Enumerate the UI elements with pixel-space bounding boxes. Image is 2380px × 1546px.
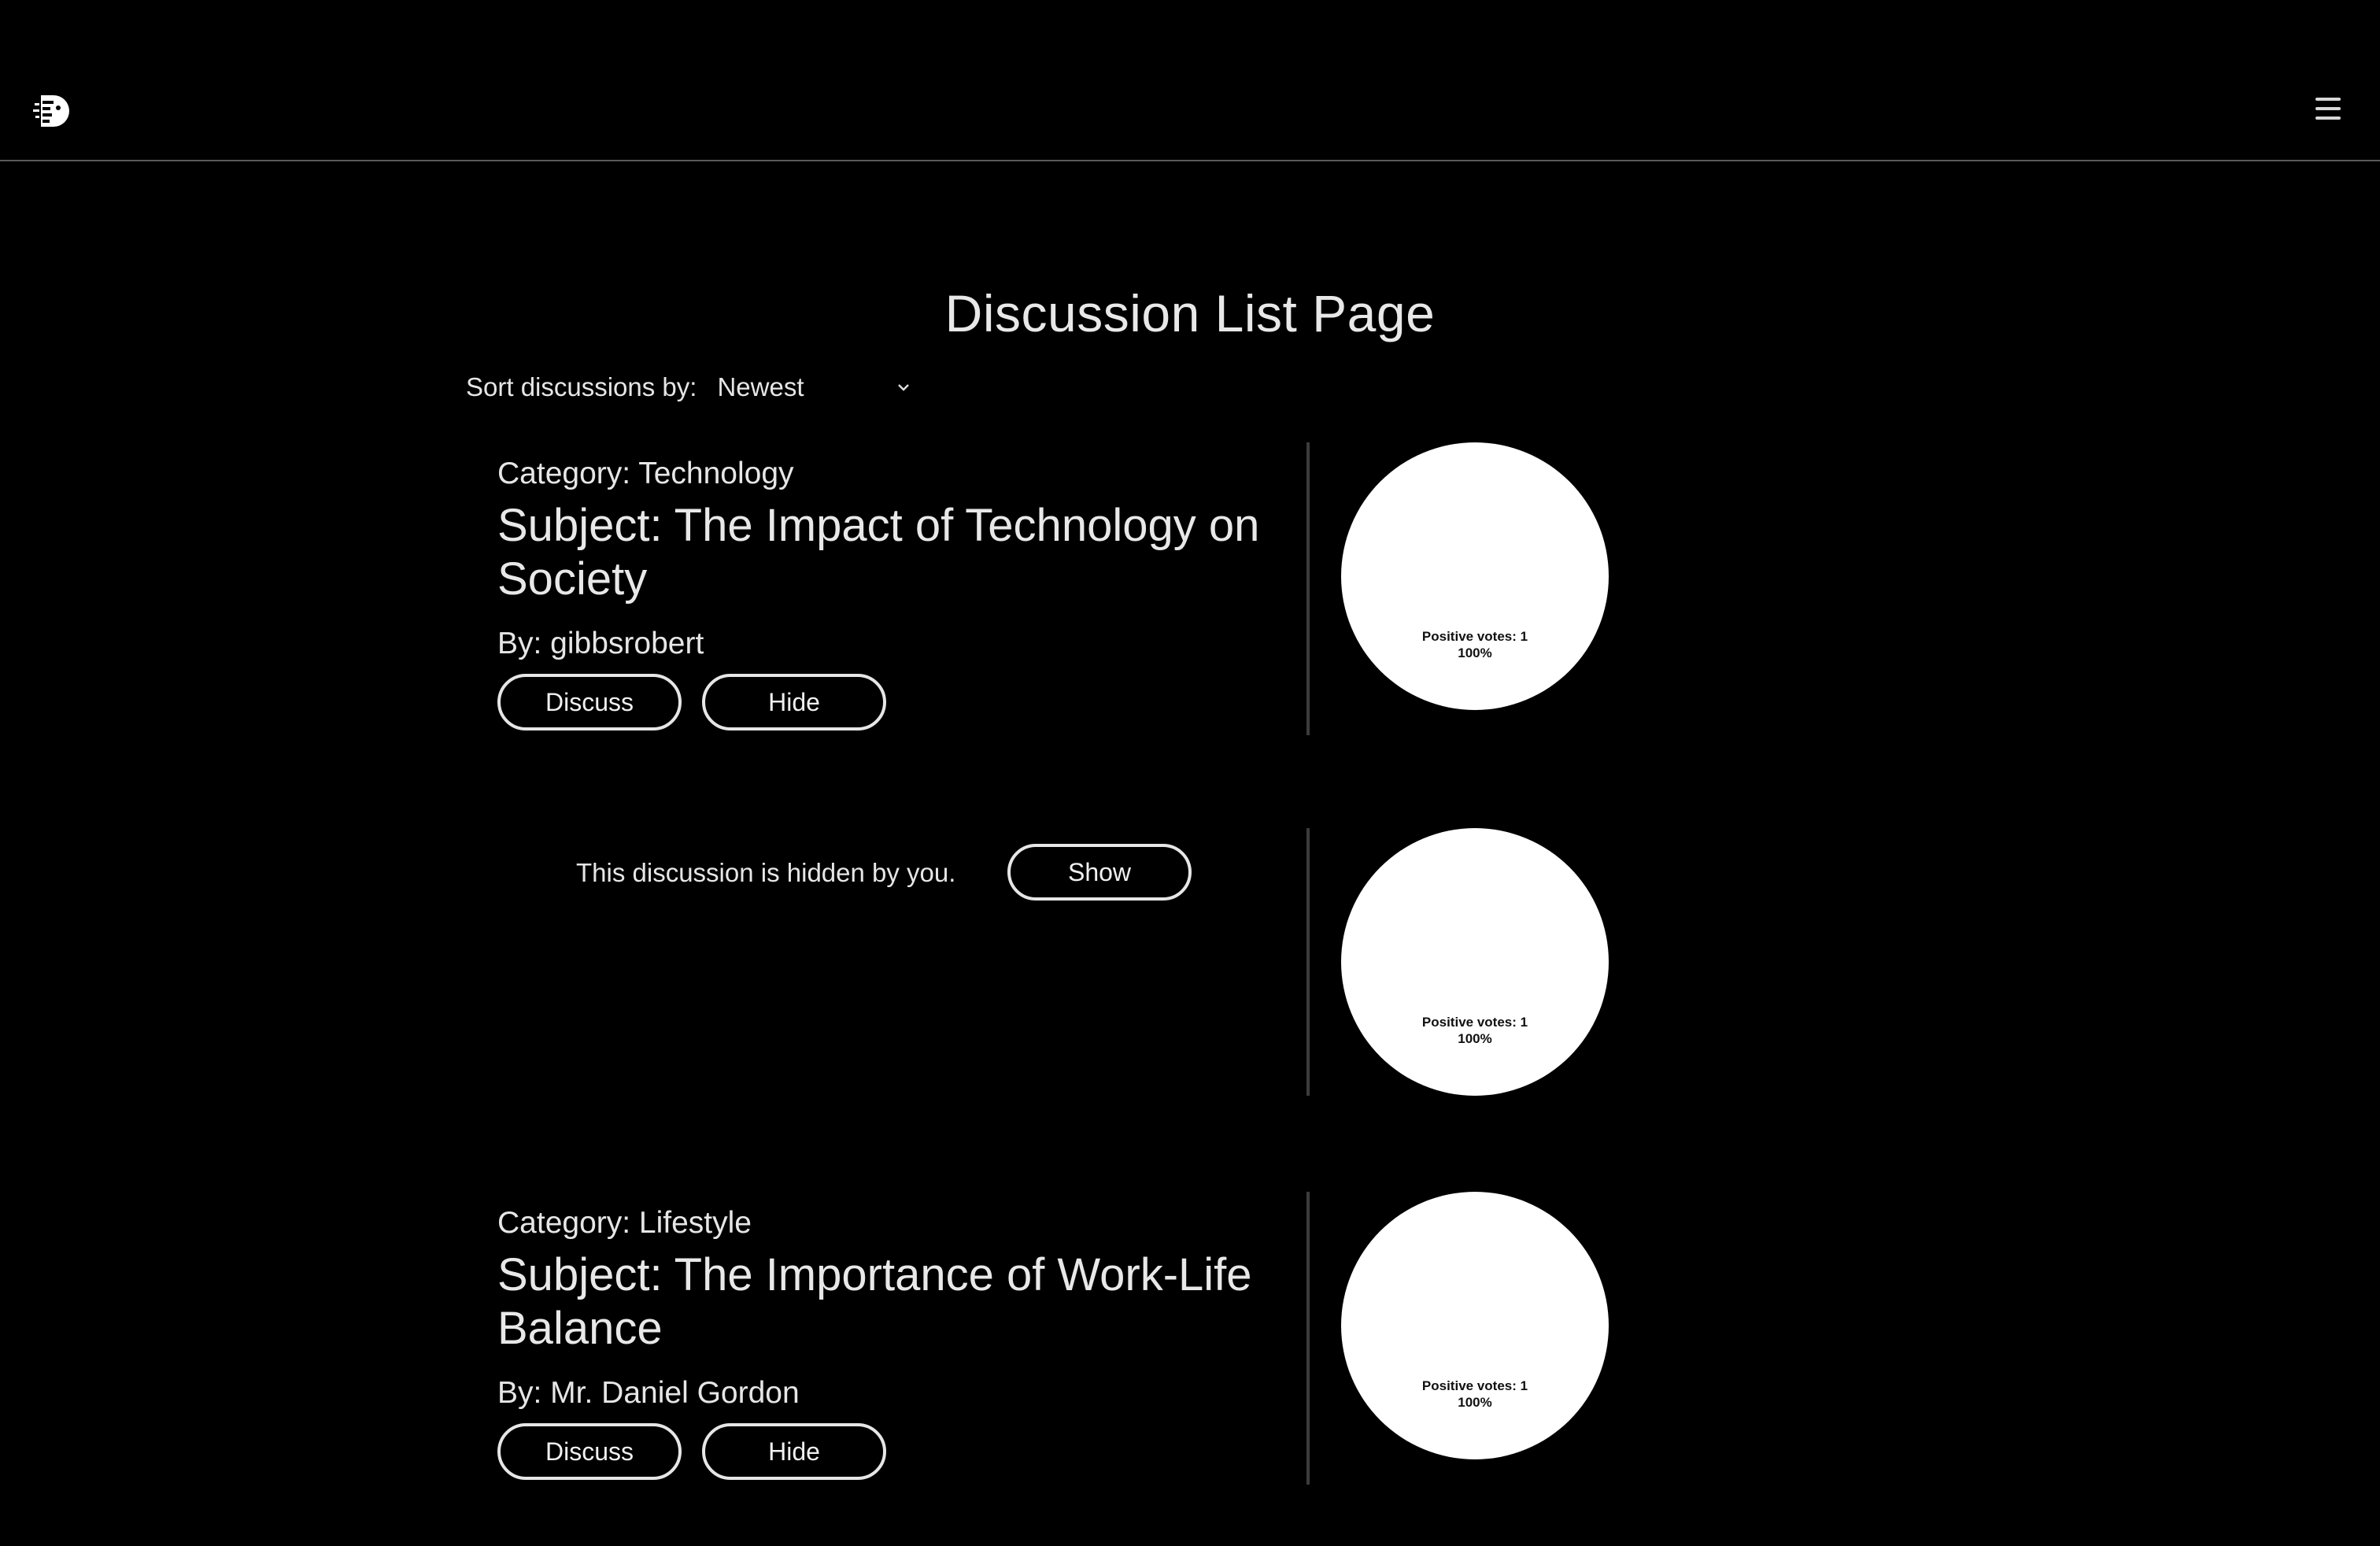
discussion-author: By: gibbsrobert: [497, 627, 704, 660]
positive-votes-percent: 100%: [1458, 645, 1492, 660]
votes-pie-label: Positive votes: 1 100%: [1341, 628, 1609, 661]
discussion-subject-line-1: Subject: The Importance of Work-Life: [497, 1249, 1252, 1300]
card-divider: [1306, 442, 1310, 735]
discussion-subject-line-2: Society: [497, 553, 648, 605]
hide-button[interactable]: Hide: [702, 674, 886, 730]
discussion-card: Category: Technology Subject: The Impact…: [466, 442, 1615, 735]
positive-votes-percent: 100%: [1458, 1031, 1492, 1046]
discussion-card: Category: Lifestyle Subject: The Importa…: [466, 1192, 1615, 1485]
discussion-subject: Subject: The Impact of Technology on Soc…: [497, 499, 1259, 606]
votes-pie-chart: Positive votes: 1 100%: [1341, 1192, 1609, 1459]
votes-pie-label: Positive votes: 1 100%: [1341, 1014, 1609, 1047]
discussion-category: Category: Technology: [497, 457, 794, 490]
votes-pie-chart: Positive votes: 1 100%: [1341, 828, 1609, 1096]
discussion-logo-icon[interactable]: [31, 91, 72, 131]
discussion-author: By: Mr. Daniel Gordon: [497, 1376, 800, 1410]
hide-button[interactable]: Hide: [702, 1423, 886, 1480]
positive-votes-text: Positive votes: 1: [1421, 1378, 1528, 1393]
sort-label: Sort discussions by:: [466, 372, 697, 401]
card-divider: [1306, 1192, 1310, 1485]
sort-control: Sort discussions by: Newest: [466, 367, 914, 408]
discussion-subject: Subject: The Importance of Work-Life Bal…: [497, 1248, 1252, 1356]
votes-pie-label: Positive votes: 1 100%: [1341, 1378, 1609, 1411]
sort-selected-value: Newest: [717, 372, 804, 401]
hidden-discussion-card: This discussion is hidden by you. Show P…: [466, 828, 1615, 1096]
hidden-discussion-message: This discussion is hidden by you.: [576, 858, 956, 887]
positive-votes-percent: 100%: [1458, 1395, 1492, 1410]
card-divider: [1306, 828, 1310, 1096]
discuss-button[interactable]: Discuss: [497, 674, 682, 730]
discussion-subject-line-1: Subject: The Impact of Technology on: [497, 500, 1260, 551]
show-button[interactable]: Show: [1007, 844, 1192, 901]
positive-votes-text: Positive votes: 1: [1421, 1015, 1528, 1030]
discussion-subject-line-2: Balance: [497, 1303, 663, 1354]
sort-select[interactable]: Newest: [717, 372, 914, 402]
positive-votes-text: Positive votes: 1: [1421, 629, 1528, 644]
page-title: Discussion List Page: [944, 284, 1436, 342]
discuss-button[interactable]: Discuss: [497, 1423, 682, 1480]
discussion-category: Category: Lifestyle: [497, 1206, 752, 1240]
top-header: [0, 0, 2380, 161]
hamburger-menu-icon[interactable]: [2314, 94, 2342, 123]
votes-pie-chart: Positive votes: 1 100%: [1341, 442, 1609, 710]
chevron-down-icon: [898, 384, 910, 391]
